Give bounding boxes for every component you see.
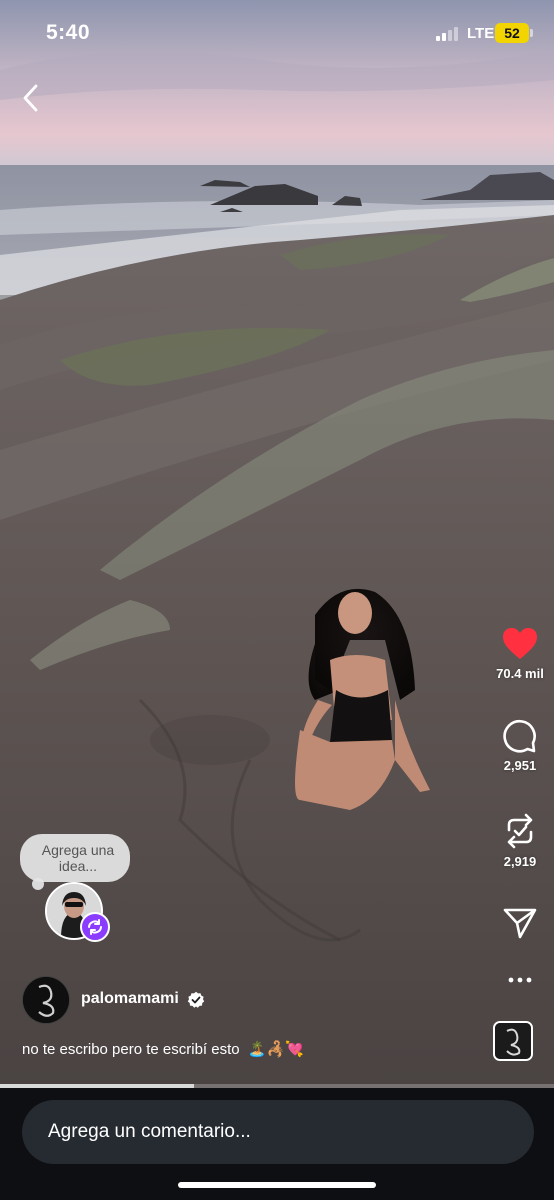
author-avatar-image: [23, 977, 69, 1023]
comment-count: 2,951: [503, 758, 537, 773]
heart-icon: [503, 628, 537, 659]
verified-icon: [187, 991, 205, 1008]
repost-icon: [507, 813, 533, 849]
like-count: 70.4 mil: [496, 666, 544, 681]
repost-badge-icon: [88, 919, 102, 935]
audio-art-icon: [495, 1023, 531, 1059]
caption-emojis: 🏝️🦂💘: [247, 1041, 304, 1058]
add-idea-text: Agrega una idea...: [41, 842, 115, 874]
battery-icon: 52: [495, 23, 533, 43]
repost-button[interactable]: 2,919: [486, 812, 554, 869]
add-idea-bubble[interactable]: Agrega una idea...: [20, 834, 130, 890]
post-caption[interactable]: no te escribo pero te escribí esto 🏝️🦂💘: [22, 1040, 304, 1058]
status-bar: 5:40 LTE 52: [0, 0, 554, 66]
repost-count: 2,919: [503, 854, 537, 869]
back-icon: [23, 84, 38, 112]
share-icon: [503, 908, 537, 939]
like-button[interactable]: 70.4 mil: [486, 626, 554, 681]
caption-text: no te escribo pero te escribí esto: [22, 1041, 240, 1058]
comment-placeholder: Agrega un comentario...: [48, 1121, 251, 1142]
comment-input[interactable]: Agrega un comentario...: [22, 1100, 534, 1164]
author-username[interactable]: palomamami: [81, 990, 179, 1008]
repost-badge[interactable]: [80, 912, 110, 942]
back-button[interactable]: [16, 80, 48, 116]
comment-button[interactable]: 2,951: [486, 718, 554, 773]
network-label: LTE: [467, 25, 495, 42]
signal-icon: [436, 27, 462, 41]
more-button[interactable]: [486, 972, 554, 988]
comment-icon: [503, 719, 536, 753]
more-icon: [508, 977, 532, 983]
share-button[interactable]: [486, 906, 554, 940]
status-time: 5:40: [46, 21, 91, 44]
home-indicator[interactable]: [178, 1182, 376, 1188]
author-avatar[interactable]: [22, 976, 70, 1024]
audio-thumbnail[interactable]: [493, 1021, 533, 1061]
